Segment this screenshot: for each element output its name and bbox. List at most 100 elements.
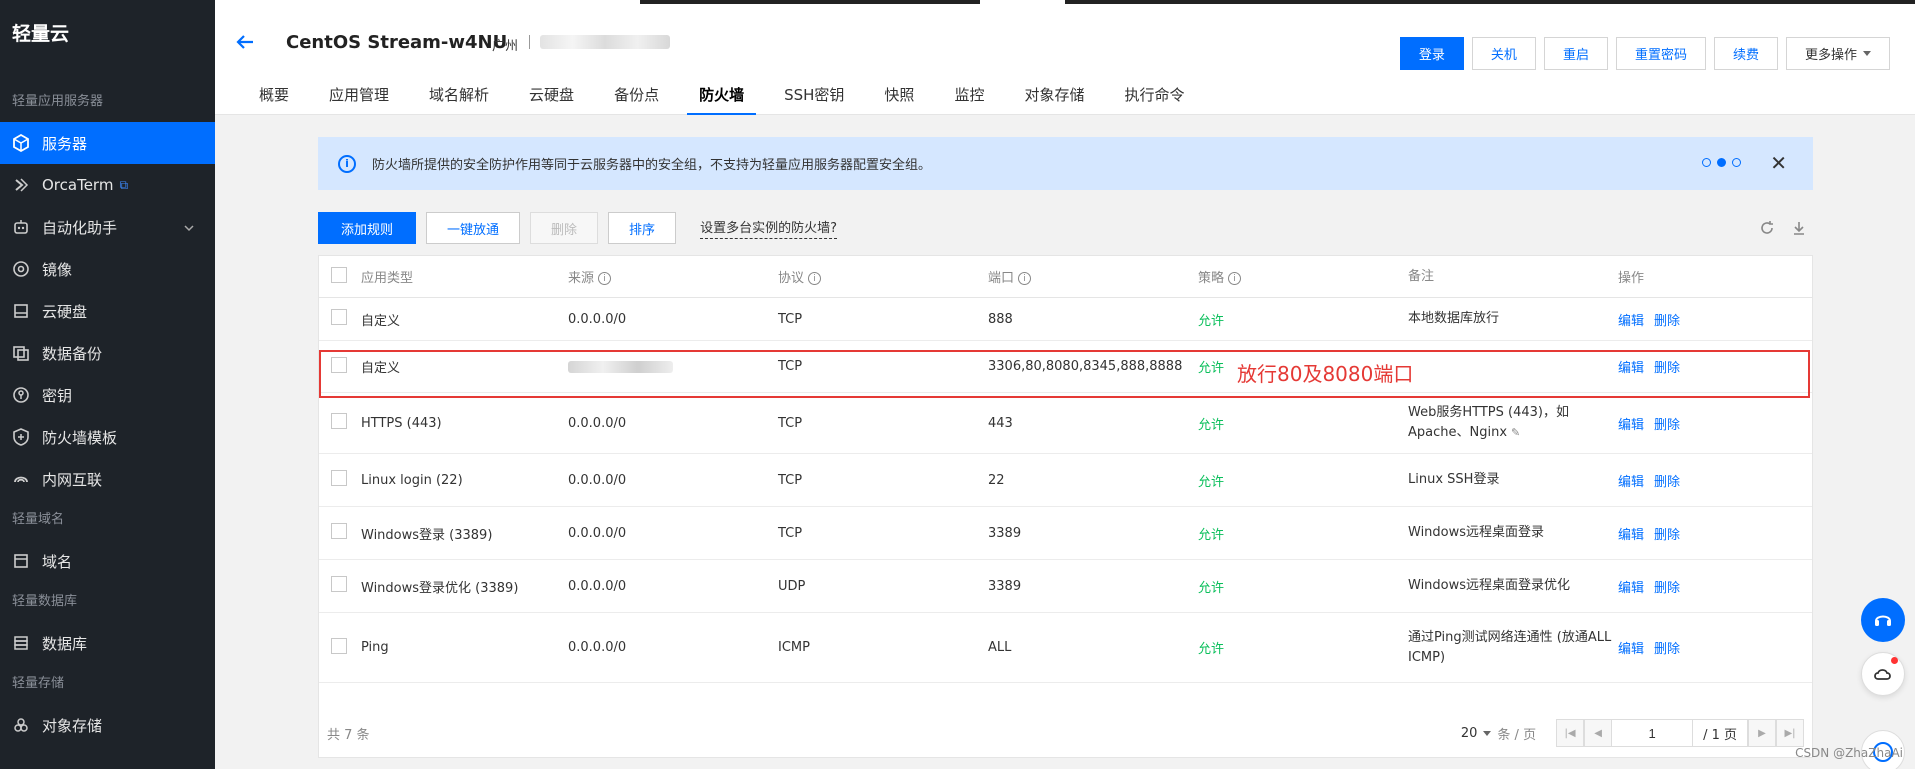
edit-link[interactable]: 编辑	[1618, 314, 1644, 329]
cell-operations: 编辑 删除	[1618, 471, 1798, 490]
delete-link[interactable]: 删除	[1654, 581, 1680, 596]
edit-link[interactable]: 编辑	[1618, 475, 1644, 490]
delete-button[interactable]: 删除	[530, 212, 599, 244]
back-arrow-icon[interactable]	[233, 30, 257, 54]
brand-logo[interactable]: 轻量云	[0, 0, 215, 64]
customer-service-icon[interactable]	[1861, 598, 1905, 642]
help-icon[interactable]: i	[598, 272, 612, 285]
help-icon[interactable]: i	[808, 272, 822, 285]
sidebar-item-object-storage[interactable]: 对象存储	[0, 704, 215, 746]
multi-instance-firewall-link[interactable]: 设置多台实例的防火墙?	[700, 217, 837, 239]
caret-down-icon	[1863, 51, 1871, 56]
sidebar-item-servers[interactable]: 服务器	[0, 122, 215, 164]
help-icon[interactable]: i	[1228, 272, 1242, 285]
delete-link[interactable]: 删除	[1654, 642, 1680, 657]
sidebar-item-disk[interactable]: 云硬盘	[0, 290, 215, 332]
sidebar-item-images[interactable]: 镜像	[0, 248, 215, 290]
cell-port: 888	[988, 311, 1013, 327]
edit-link[interactable]: 编辑	[1618, 361, 1644, 376]
sidebar-item-database[interactable]: 数据库	[0, 622, 215, 664]
refresh-icon[interactable]	[1759, 220, 1775, 236]
row-checkbox[interactable]	[331, 523, 347, 539]
renew-button[interactable]: 续费	[1713, 37, 1778, 70]
more-actions-dropdown[interactable]: 更多操作	[1785, 37, 1890, 70]
delete-link[interactable]: 删除	[1654, 475, 1680, 490]
sidebar-item-automation[interactable]: 自动化助手	[0, 206, 215, 248]
table-row: Linux login (22) 0.0.0.0/0 TCP 22 允许 Lin…	[319, 454, 1812, 507]
sort-button[interactable]: 排序	[608, 212, 677, 244]
row-checkbox[interactable]	[331, 637, 347, 654]
download-icon[interactable]	[1791, 220, 1807, 236]
add-rule-button[interactable]: 添加规则	[318, 212, 417, 244]
tab-snapshots[interactable]: 快照	[872, 84, 926, 115]
cloud-assistant-icon[interactable]	[1861, 652, 1905, 696]
pencil-icon[interactable]: ✎	[1511, 426, 1520, 439]
tab-monitoring[interactable]: 监控	[942, 84, 996, 115]
page-input[interactable]	[1612, 719, 1693, 747]
help-icon[interactable]: i	[1018, 272, 1032, 285]
cell-type: Windows登录 (3389)	[361, 527, 493, 543]
cell-protocol: UDP	[778, 578, 806, 594]
cell-port: 3389	[988, 578, 1022, 594]
shield-icon	[12, 428, 30, 446]
image-icon	[12, 260, 30, 278]
server-icon	[12, 134, 30, 152]
tab-backup-points[interactable]: 备份点	[602, 84, 671, 115]
table-row: Ping 0.0.0.0/0 ICMP ALL 允许 通过Ping测试网络连通性…	[319, 613, 1812, 683]
banner-dot-active[interactable]	[1717, 158, 1726, 167]
sidebar-item-label: 内网互联	[42, 470, 103, 489]
tab-bar: 概要 应用管理 域名解析 云硬盘 备份点 防火墙 SSH密钥 快照 监控 对象存…	[247, 84, 1212, 115]
tab-app-management[interactable]: 应用管理	[317, 84, 401, 115]
tab-dns[interactable]: 域名解析	[417, 84, 501, 115]
table-row: 自定义 0.0.0.0/0 TCP 888 允许 本地数据库放行 编辑 删除	[319, 298, 1812, 341]
tab-firewall[interactable]: 防火墙	[687, 84, 757, 115]
prev-page-icon[interactable]: ◀	[1584, 719, 1613, 747]
tab-ssh-keys[interactable]: SSH密钥	[772, 84, 856, 115]
delete-link[interactable]: 删除	[1654, 314, 1680, 329]
cell-note: 本地数据库放行	[1408, 311, 1500, 326]
shutdown-button[interactable]: 关机	[1471, 37, 1536, 70]
row-checkbox[interactable]	[331, 576, 347, 592]
delete-link[interactable]: 删除	[1654, 418, 1680, 433]
close-icon[interactable]: ✕	[1770, 151, 1787, 175]
sidebar-item-keys[interactable]: 密钥	[0, 374, 215, 416]
cell-protocol: TCP	[778, 525, 803, 541]
reset-password-button[interactable]: 重置密码	[1615, 37, 1706, 70]
firewall-rules-table: 应用类型 来源 i 协议 i 端口 i 策略 i 备注 操作 自定义 0.0.0.0/0…	[318, 255, 1813, 758]
sidebar-item-domain[interactable]: 域名	[0, 540, 215, 582]
edit-link[interactable]: 编辑	[1618, 418, 1644, 433]
edit-link[interactable]: 编辑	[1618, 581, 1644, 596]
row-checkbox[interactable]	[331, 309, 347, 325]
first-page-icon[interactable]: |◀	[1556, 719, 1585, 747]
sidebar-item-orcaterm[interactable]: OrcaTerm ⧉	[0, 164, 215, 206]
last-page-icon[interactable]: ▶|	[1776, 719, 1804, 747]
row-checkbox[interactable]	[331, 470, 347, 486]
table-toolbar: 添加规则 一键放通 删除 排序 设置多台实例的防火墙?	[318, 212, 837, 244]
restart-button[interactable]: 重启	[1543, 37, 1608, 70]
cell-operations: 编辑 删除	[1618, 524, 1798, 543]
sidebar-item-label: 密钥	[42, 386, 73, 405]
page-size-select[interactable]: 20 条 / 页	[1461, 724, 1536, 743]
banner-dot[interactable]	[1732, 158, 1741, 167]
next-page-icon[interactable]: ▶	[1748, 719, 1776, 747]
row-checkbox[interactable]	[331, 356, 347, 373]
sidebar-item-firewall-templates[interactable]: 防火墙模板	[0, 416, 215, 458]
edit-link[interactable]: 编辑	[1618, 642, 1644, 657]
banner-dot[interactable]	[1702, 158, 1711, 167]
allow-all-button[interactable]: 一键放通	[426, 212, 521, 244]
delete-link[interactable]: 删除	[1654, 361, 1680, 376]
tab-object-storage[interactable]: 对象存储	[1012, 84, 1096, 115]
delete-link[interactable]: 删除	[1654, 528, 1680, 543]
sidebar-item-backup[interactable]: 数据备份	[0, 332, 215, 374]
header-operations: 操作	[1618, 271, 1645, 286]
row-checkbox[interactable]	[331, 413, 347, 429]
edit-link[interactable]: 编辑	[1618, 528, 1644, 543]
login-button[interactable]: 登录	[1399, 37, 1464, 70]
cell-note: Windows远程桌面登录优化	[1408, 578, 1571, 593]
sidebar-item-intranet[interactable]: 内网互联	[0, 458, 215, 500]
tab-cloud-disk[interactable]: 云硬盘	[517, 84, 586, 115]
select-all-checkbox[interactable]	[331, 266, 347, 283]
tab-overview[interactable]: 概要	[247, 84, 301, 115]
tab-run-command[interactable]: 执行命令	[1112, 84, 1196, 115]
table-row: Windows登录 (3389) 0.0.0.0/0 TCP 3389 允许 W…	[319, 507, 1812, 560]
